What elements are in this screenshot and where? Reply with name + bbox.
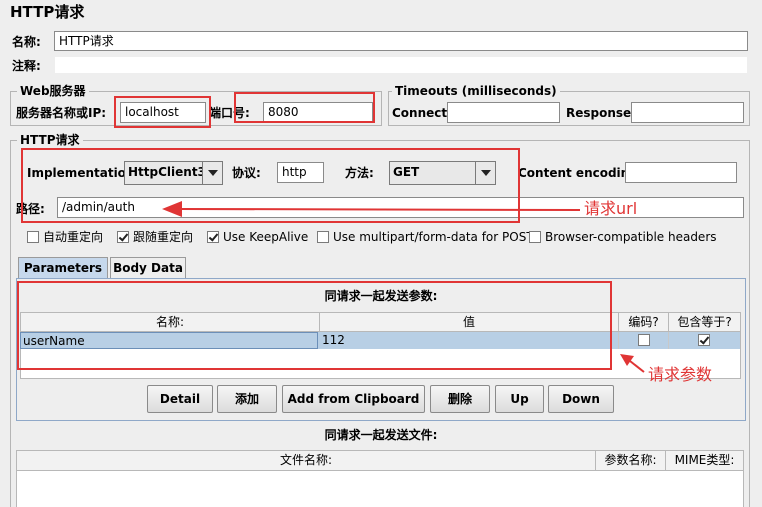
option-label-2: Use KeepAlive	[223, 230, 309, 244]
param-encode-checkbox[interactable]	[638, 334, 650, 346]
add-button[interactable]: 添加	[217, 385, 277, 413]
name-input[interactable]: HTTP请求	[54, 31, 748, 51]
tab-parameters[interactable]: Parameters	[18, 257, 108, 279]
column-divider	[618, 332, 619, 349]
option-checkbox-1[interactable]	[117, 231, 129, 243]
add-from-clipboard-button[interactable]: Add from Clipboard	[282, 385, 425, 413]
files-col-mime[interactable]: MIME类型:	[665, 450, 744, 471]
params-title: 同请求一起发送参数:	[324, 289, 438, 303]
params-annotation: 请求参数	[648, 365, 713, 384]
http-request-legend: HTTP请求	[17, 133, 83, 147]
web-server-legend: Web服务器	[17, 84, 89, 98]
option-checkbox-2[interactable]	[207, 231, 219, 243]
option-checkbox-0[interactable]	[27, 231, 39, 243]
connect-label: Connect:	[392, 106, 452, 120]
option-label-0: 自动重定向	[43, 230, 104, 244]
option-checkbox-4[interactable]	[529, 231, 541, 243]
chevron-down-icon[interactable]	[475, 162, 495, 184]
option-label-3: Use multipart/form-data for POST	[333, 230, 534, 244]
url-annotation: 请求url	[584, 199, 638, 218]
encoding-input[interactable]	[625, 162, 737, 183]
encoding-label: Content encoding:	[518, 166, 643, 180]
implementation-label: Implementation:	[27, 166, 140, 180]
files-col-name[interactable]: 文件名称:	[16, 450, 596, 471]
response-input[interactable]	[631, 102, 744, 123]
connect-input[interactable]	[447, 102, 560, 123]
files-title: 同请求一起发送文件:	[324, 428, 438, 442]
params-col-include-equals[interactable]: 包含等于?	[668, 312, 741, 332]
column-divider	[668, 332, 669, 349]
param-name-cell[interactable]: userName	[20, 332, 318, 349]
params-col-name[interactable]: 名称:	[20, 312, 320, 332]
detail-button[interactable]: Detail	[147, 385, 213, 413]
option-label-1: 跟随重定向	[133, 230, 194, 244]
path-input[interactable]: /admin/auth	[57, 197, 744, 218]
method-label: 方法:	[345, 166, 374, 180]
delete-button[interactable]: 删除	[430, 385, 490, 413]
comment-label: 注释:	[12, 59, 41, 73]
option-label-4: Browser-compatible headers	[545, 230, 717, 244]
name-label: 名称:	[12, 35, 41, 49]
method-value: GET	[393, 165, 420, 179]
page-title: HTTP请求	[10, 3, 85, 21]
params-col-encode[interactable]: 编码?	[618, 312, 669, 332]
protocol-input[interactable]: http	[277, 162, 324, 183]
path-label: 路径:	[16, 202, 45, 216]
option-checkbox-3[interactable]	[317, 231, 329, 243]
method-select[interactable]: GET	[389, 161, 496, 185]
chevron-down-icon[interactable]	[202, 162, 222, 184]
response-label: Response:	[566, 106, 636, 120]
params-col-value[interactable]: 值	[319, 312, 619, 332]
comment-input[interactable]	[54, 56, 748, 74]
port-label: 端口号:	[209, 106, 250, 120]
up-button[interactable]: Up	[495, 385, 544, 413]
protocol-label: 协议:	[232, 166, 261, 180]
files-col-param[interactable]: 参数名称:	[595, 450, 666, 471]
server-input[interactable]: localhost	[120, 102, 206, 123]
tab-body-data[interactable]: Body Data	[110, 257, 186, 279]
down-button[interactable]: Down	[548, 385, 614, 413]
port-input[interactable]: 8080	[263, 102, 373, 123]
timeouts-legend: Timeouts (milliseconds)	[392, 84, 560, 98]
implementation-select[interactable]: HttpClient3.1	[124, 161, 223, 185]
server-label: 服务器名称或IP:	[16, 106, 107, 120]
param-value-cell[interactable]: 112	[320, 332, 618, 349]
param-include-equals-checkbox[interactable]	[698, 334, 710, 346]
